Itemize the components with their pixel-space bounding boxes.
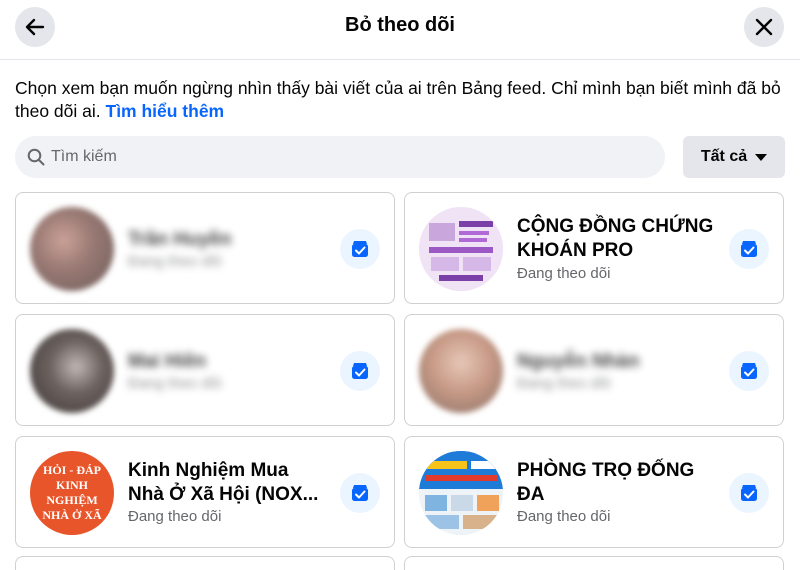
avatar[interactable] — [419, 329, 503, 413]
followed-card: Mai Hiên Đang theo dõi — [15, 314, 395, 426]
followed-name[interactable]: Mai Hiên — [128, 350, 328, 374]
follow-toggle-button[interactable] — [340, 351, 380, 391]
follow-toggle-button[interactable] — [340, 473, 380, 513]
description: Chọn xem bạn muốn ngừng nhìn thấy bài vi… — [15, 77, 785, 123]
filter-selected-label: Tất cả — [700, 148, 748, 165]
page-banner-image — [419, 451, 503, 535]
followed-card: PHÒNG TRỌ ĐỐNG ĐA Đang theo dõi — [404, 436, 784, 548]
follow-status: Đang theo dõi — [517, 375, 611, 392]
avatar-text-line: HỎI - ĐÁP — [43, 463, 101, 477]
follow-toggle-button[interactable] — [729, 229, 769, 269]
followed-check-icon — [352, 485, 368, 501]
avatar-text-line: KINH NGHIỆM — [46, 478, 98, 507]
follow-toggle-button[interactable] — [729, 351, 769, 391]
avatar[interactable]: HỎI - ĐÁP KINH NGHIỆM NHÀ Ở XÃ — [30, 451, 114, 535]
follow-status: Đang theo dõi — [128, 508, 222, 525]
followed-check-icon — [741, 363, 757, 379]
followed-card: Nguyễn Nhàn Đang theo dõi — [404, 314, 784, 426]
search-bar[interactable] — [15, 136, 665, 178]
follow-toggle-button[interactable] — [340, 229, 380, 269]
page-poster-image — [419, 207, 503, 291]
followed-card: CỘNG ĐỒNG CHỨNG KHOÁN PRO Đang theo dõi — [404, 192, 784, 304]
followed-name[interactable]: Nguyễn Nhàn — [517, 350, 717, 374]
close-button[interactable] — [744, 7, 784, 47]
follow-status: Đang theo dõi — [128, 253, 222, 270]
followed-card — [15, 556, 395, 570]
followed-name[interactable]: PHÒNG TRỌ ĐỐNG ĐA — [517, 459, 717, 507]
followed-check-icon — [741, 485, 757, 501]
filter-dropdown[interactable]: Tất cả — [683, 136, 785, 178]
follow-status: Đang theo dõi — [517, 508, 611, 525]
avatar[interactable] — [419, 451, 503, 535]
followed-name[interactable]: Kinh Nghiệm Mua Nhà Ở Xã Hội (NOX... — [128, 459, 328, 507]
followed-name[interactable]: Trần Huyền — [128, 228, 328, 252]
followed-card: HỎI - ĐÁP KINH NGHIỆM NHÀ Ở XÃ Kinh Nghi… — [15, 436, 395, 548]
followed-check-icon — [352, 363, 368, 379]
avatar[interactable] — [419, 207, 503, 291]
avatar-text-line: NHÀ Ở XÃ — [42, 508, 102, 522]
search-icon — [27, 148, 45, 166]
search-input[interactable] — [51, 148, 631, 166]
followed-card: Trần Huyền Đang theo dõi — [15, 192, 395, 304]
learn-more-link[interactable]: Tìm hiểu thêm — [106, 101, 225, 121]
avatar[interactable] — [30, 329, 114, 413]
dialog-title: Bỏ theo dõi — [345, 14, 455, 36]
avatar[interactable] — [30, 207, 114, 291]
dialog-header: Bỏ theo dõi — [0, 0, 800, 60]
followed-name[interactable]: CỘNG ĐỒNG CHỨNG KHOÁN PRO — [517, 215, 717, 263]
follow-status: Đang theo dõi — [128, 375, 222, 392]
caret-down-icon — [755, 153, 768, 161]
followed-check-icon — [352, 241, 368, 257]
follow-toggle-button[interactable] — [729, 473, 769, 513]
followed-check-icon — [741, 241, 757, 257]
follow-status: Đang theo dõi — [517, 265, 611, 282]
close-icon — [755, 18, 773, 36]
followed-card — [404, 556, 784, 570]
